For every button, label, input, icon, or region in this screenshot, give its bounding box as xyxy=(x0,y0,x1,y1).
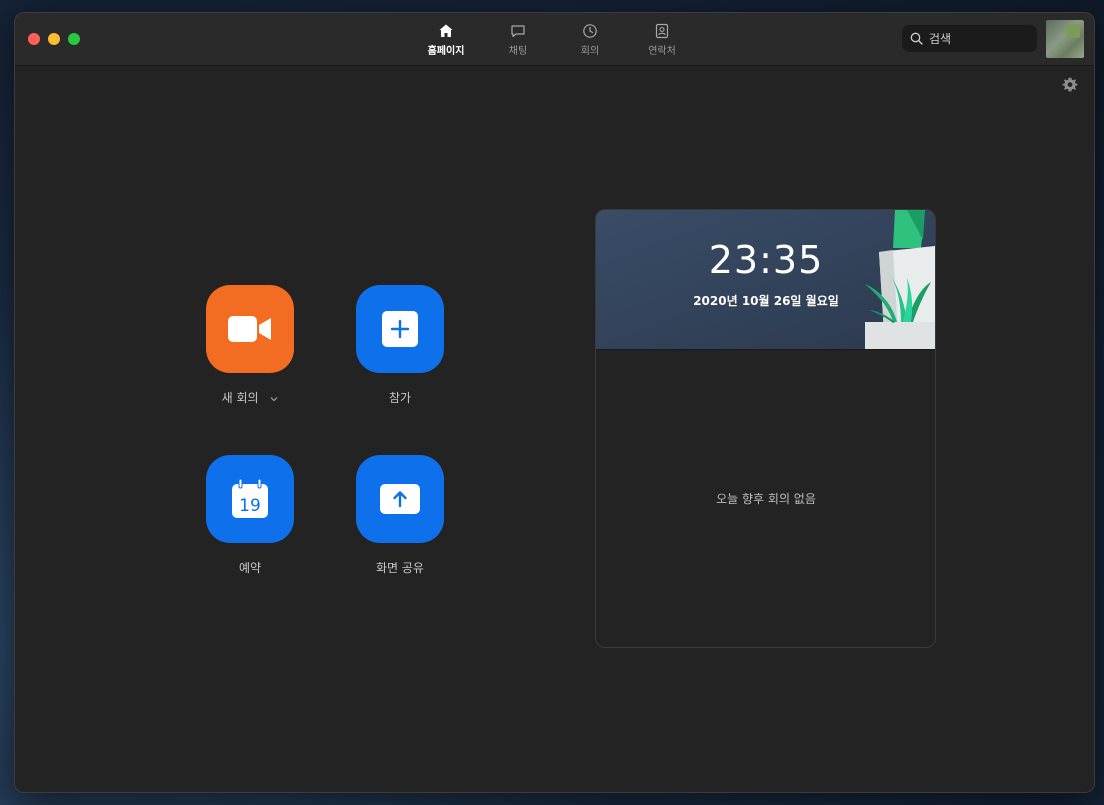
plus-icon xyxy=(382,311,418,347)
contacts-icon xyxy=(655,23,669,39)
clock-banner: 23:35 2020년 10월 26일 월요일 xyxy=(596,210,935,350)
maximize-window-button[interactable] xyxy=(68,33,80,45)
new-meeting-action: 새 회의 xyxy=(206,285,294,406)
share-screen-button[interactable] xyxy=(356,455,444,543)
search-input[interactable] xyxy=(929,31,1024,46)
home-icon xyxy=(439,24,453,37)
schedule-button[interactable]: 19 xyxy=(206,455,294,543)
search-box[interactable] xyxy=(902,25,1037,52)
schedule-label: 예약 xyxy=(238,561,262,575)
tab-home[interactable]: 홈페이지 xyxy=(411,23,481,59)
join-button[interactable] xyxy=(356,285,444,373)
join-label: 참가 xyxy=(388,391,412,405)
search-icon xyxy=(910,32,923,45)
potted-plant-illustration xyxy=(865,210,935,349)
tab-home-label: 홈페이지 xyxy=(427,46,465,57)
no-meetings-message: 오늘 향후 회의 없음 xyxy=(716,492,816,506)
calendar-icon: 19 xyxy=(232,479,268,518)
chevron-down-icon[interactable] xyxy=(270,396,278,402)
tab-contacts-label: 연락처 xyxy=(648,46,676,57)
share-screen-label: 화면 공유 xyxy=(376,561,424,575)
calendar-day: 19 xyxy=(239,496,261,516)
close-window-button[interactable] xyxy=(28,33,40,45)
upcoming-meetings-card: 23:35 2020년 10월 26일 월요일 오늘 향후 회의 없음 xyxy=(595,209,936,648)
avatar[interactable] xyxy=(1046,20,1084,58)
new-meeting-label: 새 회의 xyxy=(221,391,259,405)
join-action: 참가 xyxy=(356,285,444,406)
clock-icon xyxy=(583,24,597,38)
video-camera-icon xyxy=(228,316,271,342)
new-meeting-caption[interactable]: 새 회의 xyxy=(206,389,294,406)
tab-chat[interactable]: 채팅 xyxy=(483,23,553,59)
new-meeting-button[interactable] xyxy=(206,285,294,373)
zoom-window: 홈페이지 채팅 회의 연락처 검색 새 회의 참가 19 예약 화면 공유 23… xyxy=(14,12,1095,793)
tab-meetings-label: 회의 xyxy=(580,46,600,57)
minimize-window-button[interactable] xyxy=(48,33,60,45)
share-screen-action: 화면 공유 xyxy=(356,455,444,576)
tab-contacts[interactable]: 연락처 xyxy=(627,23,697,59)
tab-meetings[interactable]: 회의 xyxy=(555,23,625,59)
schedule-action: 19 예약 xyxy=(206,455,294,576)
title-bar: 홈페이지 채팅 회의 연락처 xyxy=(15,13,1094,66)
tab-chat-label: 채팅 xyxy=(508,46,528,57)
chat-icon xyxy=(511,25,525,38)
share-up-arrow-icon xyxy=(380,484,420,514)
gear-icon[interactable] xyxy=(1062,77,1078,93)
